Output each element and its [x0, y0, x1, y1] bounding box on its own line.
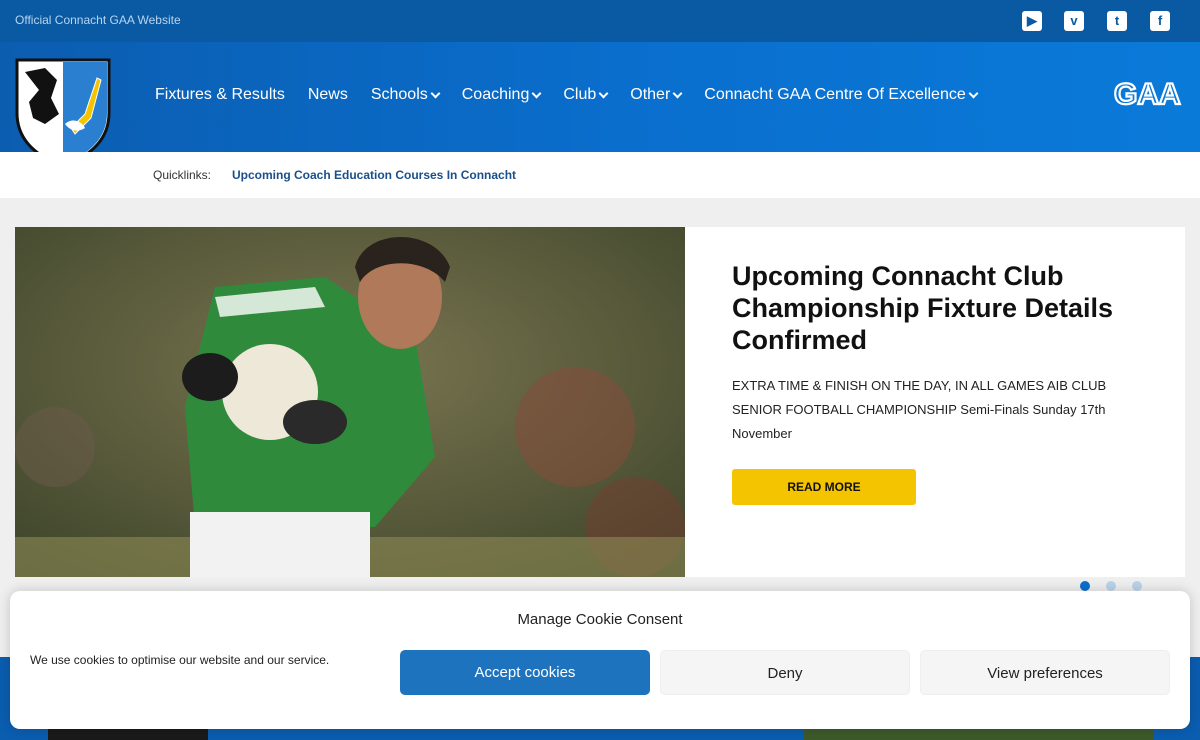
site-tagline: Official Connacht GAA Website: [15, 13, 181, 27]
cookie-title: Manage Cookie Consent: [517, 611, 683, 628]
chevron-down-icon: [672, 88, 683, 98]
cookie-consent-dialog: Manage Cookie Consent We use cookies to …: [10, 591, 1190, 729]
facebook-icon[interactable]: f: [1150, 11, 1170, 31]
twitter-icon[interactable]: t: [1107, 11, 1127, 31]
nav-label: Connacht GAA Centre Of Excellence: [704, 86, 966, 103]
hero-title[interactable]: Upcoming Connacht Club Championship Fixt…: [732, 260, 1132, 356]
nav-news[interactable]: News: [308, 86, 348, 104]
nav-club[interactable]: Club: [563, 86, 609, 104]
slider-dots: [1080, 581, 1142, 591]
slider-dot-3[interactable]: [1132, 581, 1142, 591]
nav-label: Other: [630, 86, 671, 103]
hero-feature-card: Upcoming Connacht Club Championship Fixt…: [685, 227, 1185, 577]
read-more-button[interactable]: READ MORE: [732, 469, 916, 505]
vimeo-icon[interactable]: v: [1064, 11, 1084, 31]
hero-excerpt: EXTRA TIME & FINISH ON THE DAY, IN ALL G…: [732, 378, 1107, 441]
nav-label: Schools: [370, 86, 428, 103]
quicklink-coach-education[interactable]: Upcoming Coach Education Courses In Conn…: [232, 168, 516, 182]
nav-coaching[interactable]: Coaching: [461, 86, 542, 104]
slider-dot-1[interactable]: [1080, 581, 1090, 591]
accept-cookies-button[interactable]: Accept cookies: [400, 650, 650, 695]
chevron-down-icon: [598, 88, 609, 98]
youtube-icon[interactable]: ▶: [1022, 11, 1042, 31]
cookie-message: We use cookies to optimise our website a…: [30, 653, 330, 667]
hero-player-illustration: [15, 227, 685, 577]
nav-label: Coaching: [461, 86, 530, 103]
top-bar: Official Connacht GAA Website ▶ v t f: [0, 0, 1200, 42]
chevron-down-icon: [531, 88, 542, 98]
gaa-logo[interactable]: GAA: [1114, 78, 1182, 108]
slider-dot-2[interactable]: [1106, 581, 1116, 591]
nav-schools[interactable]: Schools: [370, 86, 441, 104]
chevron-down-icon: [430, 88, 441, 98]
chevron-down-icon: [968, 88, 979, 98]
hero-image[interactable]: [15, 227, 685, 577]
nav-label: News: [307, 86, 348, 103]
view-preferences-button[interactable]: View preferences: [920, 650, 1170, 695]
quicklinks-bar: Quicklinks: Upcoming Coach Education Cou…: [0, 152, 1200, 198]
main-nav-bar: Fixtures & Results News Schools Coaching…: [0, 42, 1200, 168]
nav-label: Fixtures & Results: [155, 86, 285, 103]
nav-other[interactable]: Other: [630, 86, 683, 104]
nav-fixtures-results[interactable]: Fixtures & Results: [155, 86, 285, 104]
deny-cookies-button[interactable]: Deny: [660, 650, 910, 695]
nav-centre-of-excellence[interactable]: Connacht GAA Centre Of Excellence: [704, 86, 979, 104]
quicklinks-label: Quicklinks:: [153, 168, 212, 182]
nav-label: Club: [563, 86, 597, 103]
primary-menu: Fixtures & Results News Schools Coaching…: [155, 86, 1000, 104]
gaa-logo-text: GAA: [1114, 78, 1181, 108]
